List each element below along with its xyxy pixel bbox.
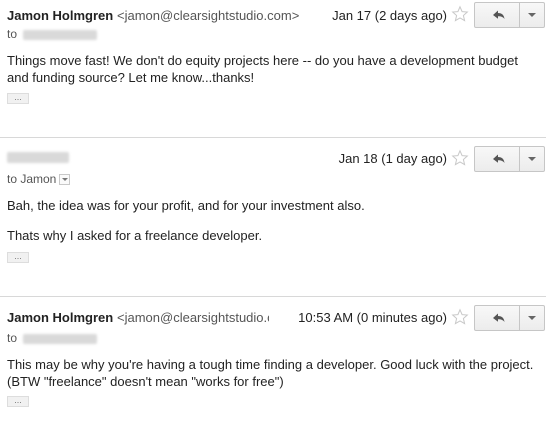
message-body-text: Things move fast! We don't do equity pro… xyxy=(7,53,518,85)
show-trimmed-content-button[interactable]: ... xyxy=(7,93,29,104)
star-icon[interactable] xyxy=(451,149,469,167)
sender-name[interactable]: Jamon Holmgren xyxy=(7,8,113,23)
show-trimmed-content-button[interactable]: ... xyxy=(7,396,29,407)
reply-icon xyxy=(493,313,505,322)
reply-button[interactable] xyxy=(474,146,520,172)
message-date[interactable]: Jan 18 (1 day ago) xyxy=(339,151,447,166)
sender-email: <jamon@clearsightstudio.com> xyxy=(117,8,300,23)
message-body-text: Thats why I asked for a freelance develo… xyxy=(7,228,263,243)
more-options-button[interactable] xyxy=(520,305,545,331)
chevron-down-icon xyxy=(62,178,69,182)
to-label: to Jamon xyxy=(7,172,57,186)
message-1: Jamon Holmgren <jamon@clearsightstudio.c… xyxy=(0,0,546,137)
star-icon[interactable] xyxy=(451,5,469,23)
message-body-text: This may be why you're having a tough ti… xyxy=(7,357,534,389)
reply-icon xyxy=(493,10,505,19)
message-2: Jan 18 (1 day ago) to Jamon Bah, the ide… xyxy=(0,138,546,296)
message-3: Jamon Holmgren <jamon@clearsightstudio.c… xyxy=(0,297,546,425)
message-date[interactable]: 10:53 AM (0 minutes ago) xyxy=(298,310,447,325)
more-options-button[interactable] xyxy=(520,2,545,28)
more-options-button[interactable] xyxy=(520,146,545,172)
recipient-line[interactable]: to xyxy=(7,331,98,345)
message-date[interactable]: Jan 17 (2 days ago) xyxy=(332,8,447,23)
chevron-down-icon xyxy=(528,316,536,320)
chevron-down-icon xyxy=(528,157,536,161)
sender-email: <jamon@clearsightstudio.c xyxy=(117,310,269,325)
star-icon[interactable] xyxy=(451,308,469,326)
to-label: to xyxy=(7,27,18,41)
recipient-line[interactable]: to xyxy=(7,27,98,41)
recipient-line[interactable]: to Jamon xyxy=(7,172,71,186)
sender-name[interactable]: Jamon Holmgren xyxy=(7,310,113,325)
message-body-text: Bah, the idea was for your profit, and f… xyxy=(7,198,365,213)
to-label: to xyxy=(7,331,18,345)
reply-button[interactable] xyxy=(474,305,520,331)
show-trimmed-content-button[interactable]: ... xyxy=(7,252,29,263)
reply-button[interactable] xyxy=(474,2,520,28)
chevron-down-icon xyxy=(528,13,536,17)
redacted-sender-name xyxy=(7,152,69,163)
redacted-recipient xyxy=(23,29,98,40)
recipient-details-dropdown[interactable] xyxy=(59,174,71,186)
reply-icon xyxy=(493,154,505,163)
redacted-recipient xyxy=(23,333,98,344)
